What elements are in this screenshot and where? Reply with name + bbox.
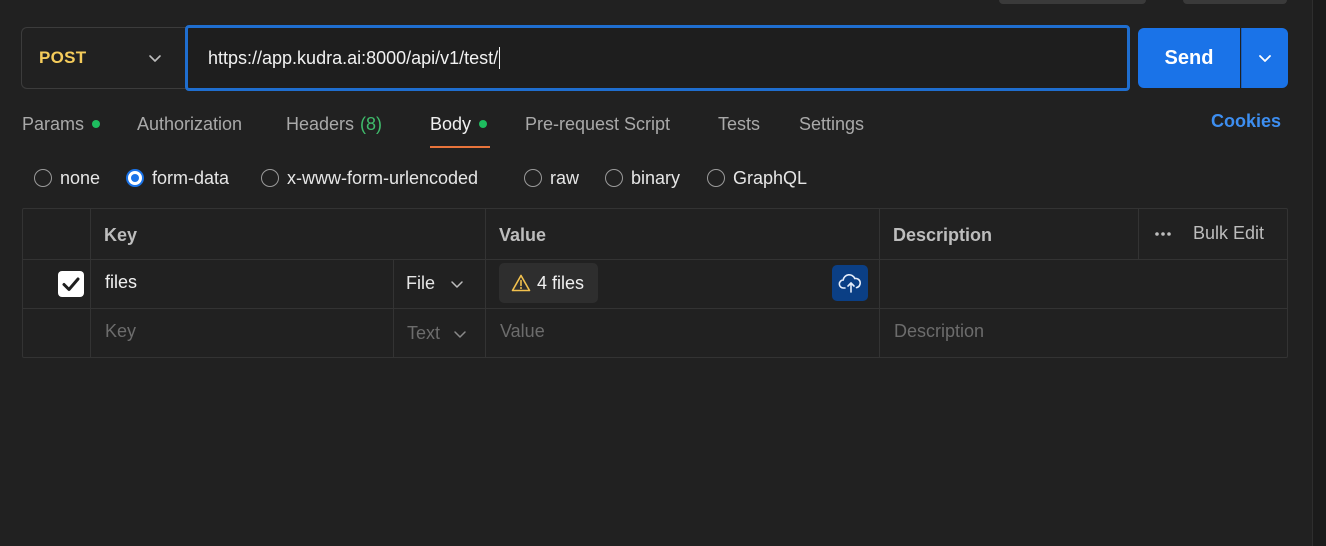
chevron-down-icon	[451, 280, 463, 288]
row-enabled-checkbox[interactable]	[58, 271, 84, 297]
tab-label: Settings	[799, 113, 865, 134]
radio-circle	[261, 169, 279, 187]
radio-none[interactable]: none	[34, 165, 100, 191]
url-input[interactable]: https://app.kudra.ai:8000/api/v1/test/	[185, 25, 1130, 91]
tab-label: Headers	[286, 113, 355, 134]
text-cursor	[499, 47, 501, 69]
cloud-upload-icon	[838, 274, 862, 293]
tab-headers[interactable]: Headers (8)	[286, 111, 382, 137]
active-tab-indicator	[430, 146, 490, 148]
radio-graphql[interactable]: GraphQL	[707, 165, 807, 191]
tab-tests[interactable]: Tests	[718, 111, 760, 137]
tab-authorization[interactable]: Authorization	[137, 111, 242, 137]
warning-icon	[511, 274, 531, 292]
top-toolbar-remnant	[999, 0, 1146, 4]
new-value-input[interactable]: Value	[500, 321, 545, 342]
cookies-link[interactable]: Cookies	[1211, 111, 1281, 132]
top-toolbar-remnant-2	[1183, 0, 1287, 4]
send-options-button[interactable]	[1241, 28, 1288, 88]
radio-circle	[524, 169, 542, 187]
bulk-edit-label: Bulk Edit	[1193, 223, 1265, 243]
url-text: https://app.kudra.ai:8000/api/v1/test/	[208, 47, 499, 68]
radio-form-data[interactable]: form-data	[126, 165, 229, 191]
tab-pre-request-script[interactable]: Pre-request Script	[525, 111, 670, 137]
radio-label: form-data	[152, 167, 230, 188]
radio-label: GraphQL	[733, 167, 808, 188]
type-label: Text	[407, 323, 441, 343]
selected-files-chip[interactable]: 4 files	[499, 263, 598, 303]
radio-label: none	[60, 167, 101, 188]
type-label: File	[406, 273, 436, 293]
chevron-down-icon	[454, 330, 466, 338]
radio-circle	[34, 169, 52, 187]
send-button[interactable]: Send	[1138, 28, 1240, 88]
column-header-value: Value	[499, 225, 547, 245]
column-header-description: Description	[893, 225, 993, 245]
radio-circle-selected	[126, 169, 144, 187]
headers-count: (8)	[360, 113, 383, 134]
upload-files-button[interactable]	[832, 265, 868, 301]
radio-raw[interactable]: raw	[524, 165, 579, 191]
status-dot	[479, 120, 488, 128]
radio-x-www-form-urlencoded[interactable]: x-www-form-urlencoded	[261, 165, 478, 191]
radio-circle	[605, 169, 623, 187]
column-divider	[485, 209, 486, 357]
column-header-key: Key	[104, 225, 138, 245]
radio-circle	[707, 169, 725, 187]
column-divider	[879, 209, 880, 357]
more-options-icon	[1155, 231, 1171, 236]
right-panel-edge	[1312, 0, 1326, 546]
radio-label: x-www-form-urlencoded	[287, 167, 479, 188]
row-divider	[23, 308, 1287, 309]
new-key-input[interactable]: Key	[105, 321, 136, 342]
column-divider	[1138, 209, 1139, 259]
new-description-input[interactable]: Description	[894, 321, 984, 342]
column-divider	[90, 209, 91, 357]
checkmark-icon	[62, 277, 80, 291]
tab-label: Params	[22, 113, 85, 134]
method-select[interactable]: POST	[21, 27, 187, 89]
files-count: 4 files	[537, 272, 585, 293]
chevron-down-icon	[1259, 55, 1271, 62]
row-key[interactable]: files	[105, 272, 137, 293]
bulk-edit-button[interactable]: Bulk Edit	[1153, 223, 1264, 244]
method-label: POST	[39, 48, 87, 67]
tab-body[interactable]: Body	[430, 111, 488, 137]
tab-params[interactable]: Params	[22, 111, 101, 137]
new-row-type-select[interactable]: Text	[407, 323, 468, 344]
request-editor: POST https://app.kudra.ai:8000/api/v1/te…	[0, 0, 1326, 546]
radio-label: raw	[550, 167, 580, 188]
chevron-down-icon	[149, 55, 161, 62]
tab-label: Authorization	[137, 113, 243, 134]
radio-label: binary	[631, 167, 681, 188]
tab-label: Body	[430, 113, 472, 134]
status-dot	[92, 120, 101, 128]
row-divider	[23, 259, 1287, 260]
row-type-select[interactable]: File	[406, 273, 465, 294]
form-data-table: Key Value Description Bulk Edit files Fi…	[22, 208, 1288, 358]
tab-settings[interactable]: Settings	[799, 111, 864, 137]
tab-label: Pre-request Script	[525, 113, 671, 134]
radio-binary[interactable]: binary	[605, 165, 680, 191]
tab-label: Tests	[718, 113, 761, 134]
